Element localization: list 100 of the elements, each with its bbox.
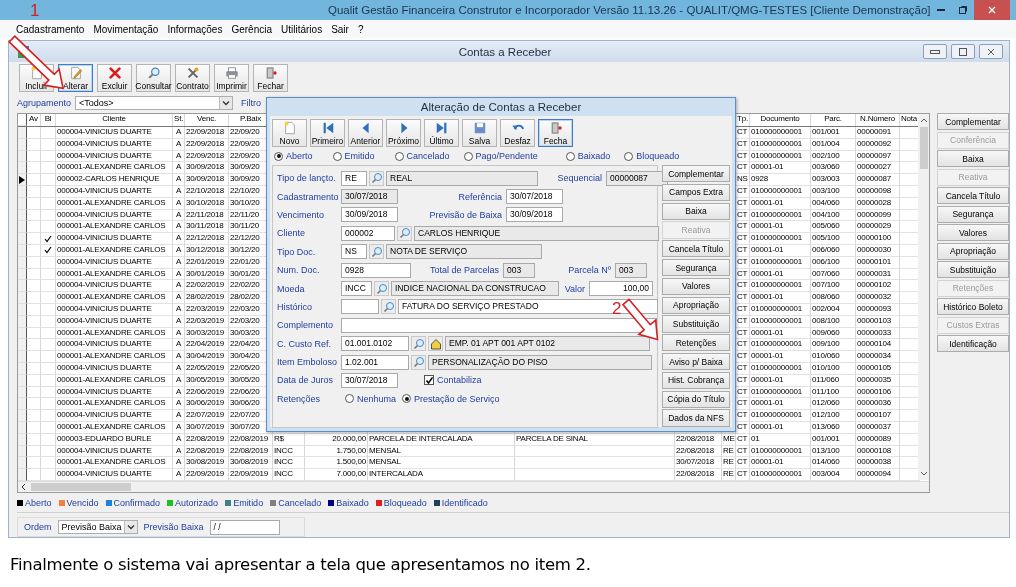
column-header[interactable]: Documento bbox=[750, 114, 811, 126]
menu-item[interactable]: Utilitários bbox=[281, 23, 323, 35]
toolbar-button[interactable]: Próximo bbox=[386, 119, 421, 147]
status-radio[interactable]: Pago/Pendente bbox=[463, 151, 538, 161]
row-header[interactable] bbox=[18, 186, 27, 198]
row-header[interactable] bbox=[18, 433, 27, 446]
scrollbar-thumb[interactable] bbox=[31, 483, 131, 491]
row-header[interactable] bbox=[18, 398, 27, 411]
retention-radio[interactable]: Prestação de Serviço bbox=[402, 393, 500, 404]
row-header[interactable] bbox=[18, 233, 27, 245]
house-button[interactable] bbox=[428, 336, 443, 352]
action-button[interactable]: Retenções bbox=[662, 334, 730, 352]
input-field[interactable]: 003 bbox=[615, 262, 647, 278]
grouping-dropdown[interactable]: <Todos> bbox=[75, 95, 234, 110]
action-button[interactable]: Cancela Título bbox=[662, 240, 730, 258]
action-button[interactable]: Segurança bbox=[937, 205, 1009, 223]
action-button[interactable]: Complementar bbox=[662, 165, 730, 183]
input-field[interactable]: 30/07/2018 bbox=[506, 189, 563, 205]
action-button[interactable]: Baixa bbox=[662, 202, 730, 220]
retention-radio[interactable]: Nenhuma bbox=[345, 393, 397, 404]
row-header[interactable] bbox=[18, 303, 27, 316]
search-button[interactable] bbox=[369, 244, 384, 260]
column-header[interactable]: Parc. bbox=[811, 114, 856, 126]
close-button[interactable] bbox=[979, 44, 1003, 59]
menu-item[interactable]: Informações bbox=[167, 23, 223, 35]
action-button[interactable]: Segurança bbox=[662, 259, 730, 277]
input-field[interactable]: 003 bbox=[503, 262, 535, 278]
input-field[interactable]: 100,00 bbox=[589, 281, 653, 297]
search-button[interactable] bbox=[381, 299, 396, 315]
toolbar-button[interactable]: Último bbox=[424, 119, 459, 147]
input-field[interactable]: 000002 bbox=[341, 225, 395, 241]
input-field[interactable]: INCC bbox=[341, 281, 372, 297]
row-header[interactable] bbox=[18, 244, 27, 257]
action-button[interactable]: Baixa bbox=[937, 150, 1009, 167]
action-button[interactable]: Apropriação bbox=[937, 242, 1009, 260]
status-radio[interactable]: Baixado bbox=[565, 151, 611, 161]
toolbar-button[interactable]: Primeiro bbox=[310, 119, 345, 147]
action-button[interactable]: Dados da NFS bbox=[662, 409, 730, 427]
restore-button[interactable] bbox=[951, 44, 975, 59]
vertical-scrollbar[interactable] bbox=[918, 114, 929, 480]
row-header[interactable] bbox=[18, 315, 27, 328]
toolbar-button[interactable]: Alterar bbox=[58, 64, 93, 92]
input-field[interactable]: 30/07/2018 bbox=[341, 373, 398, 388]
row-header[interactable] bbox=[18, 421, 27, 434]
row-header[interactable] bbox=[18, 410, 27, 422]
input-field[interactable] bbox=[341, 317, 657, 333]
input-field[interactable]: 01.001.0102 bbox=[341, 336, 409, 352]
row-header[interactable] bbox=[18, 162, 27, 175]
row-header[interactable] bbox=[18, 209, 27, 222]
menu-item[interactable]: Sair bbox=[331, 23, 349, 35]
row-header[interactable] bbox=[18, 362, 27, 375]
menu-item[interactable]: Cadastramento bbox=[16, 23, 85, 35]
action-button[interactable]: Hist. Cobrança bbox=[662, 371, 730, 390]
input-field[interactable]: 30/09/2018 bbox=[506, 207, 563, 223]
input-field[interactable]: 00000087 bbox=[606, 170, 668, 186]
menu-item[interactable]: ? bbox=[357, 23, 364, 35]
row-header[interactable] bbox=[18, 327, 27, 340]
minimize-button[interactable] bbox=[923, 44, 947, 59]
column-header[interactable]: St. bbox=[173, 114, 185, 126]
column-header[interactable]: N.Número bbox=[856, 114, 900, 126]
row-header[interactable] bbox=[18, 469, 27, 481]
search-button[interactable] bbox=[411, 354, 426, 370]
action-button[interactable]: Substituição bbox=[937, 261, 1009, 278]
status-radio[interactable]: Aberto bbox=[274, 151, 313, 161]
search-button[interactable] bbox=[411, 336, 426, 352]
row-header[interactable] bbox=[18, 268, 27, 281]
input-field[interactable]: RE bbox=[341, 170, 367, 186]
search-button[interactable] bbox=[369, 170, 384, 186]
action-button[interactable]: Cancela Título bbox=[937, 187, 1009, 204]
toolbar-button[interactable]: Salva bbox=[462, 119, 497, 147]
input-field[interactable]: 1.02.001 bbox=[341, 354, 409, 370]
status-radio[interactable]: Emitido bbox=[332, 151, 375, 161]
action-button[interactable]: Histórico Boleto bbox=[937, 298, 1009, 315]
row-header[interactable] bbox=[18, 351, 27, 363]
status-radio[interactable]: Cancelado bbox=[394, 151, 450, 161]
column-header[interactable]: Venc. bbox=[185, 114, 229, 126]
input-field[interactable]: 30/09/2018 bbox=[341, 207, 398, 223]
date-field[interactable]: / / bbox=[209, 519, 280, 535]
menu-item[interactable]: Movimentação bbox=[93, 23, 159, 35]
row-header[interactable] bbox=[18, 292, 27, 304]
scrollbar-thumb[interactable] bbox=[919, 127, 928, 169]
search-button[interactable] bbox=[374, 281, 389, 297]
row-header[interactable] bbox=[18, 138, 27, 151]
row-header[interactable] bbox=[18, 150, 27, 163]
toolbar-button[interactable]: Fecha bbox=[538, 119, 573, 147]
toolbar-button[interactable]: Consultar bbox=[136, 64, 171, 92]
action-button[interactable]: Identificação bbox=[937, 335, 1009, 352]
row-header[interactable] bbox=[18, 197, 27, 210]
input-field[interactable]: 0928 bbox=[341, 262, 411, 278]
action-button[interactable]: Campos Extra bbox=[662, 183, 730, 202]
action-button[interactable]: Aviso p/ Baixa bbox=[662, 352, 730, 371]
row-header[interactable] bbox=[18, 445, 27, 458]
row-header[interactable] bbox=[18, 374, 27, 387]
action-button[interactable]: Complementar bbox=[937, 113, 1009, 130]
toolbar-button[interactable]: Contrato bbox=[175, 64, 210, 92]
horizontal-scrollbar[interactable] bbox=[18, 481, 929, 492]
action-button[interactable]: Apropriação bbox=[662, 296, 730, 314]
action-button[interactable]: Cópia do Título bbox=[662, 390, 730, 408]
status-radio[interactable]: Bloqueado bbox=[624, 151, 680, 161]
row-header[interactable] bbox=[18, 280, 27, 293]
